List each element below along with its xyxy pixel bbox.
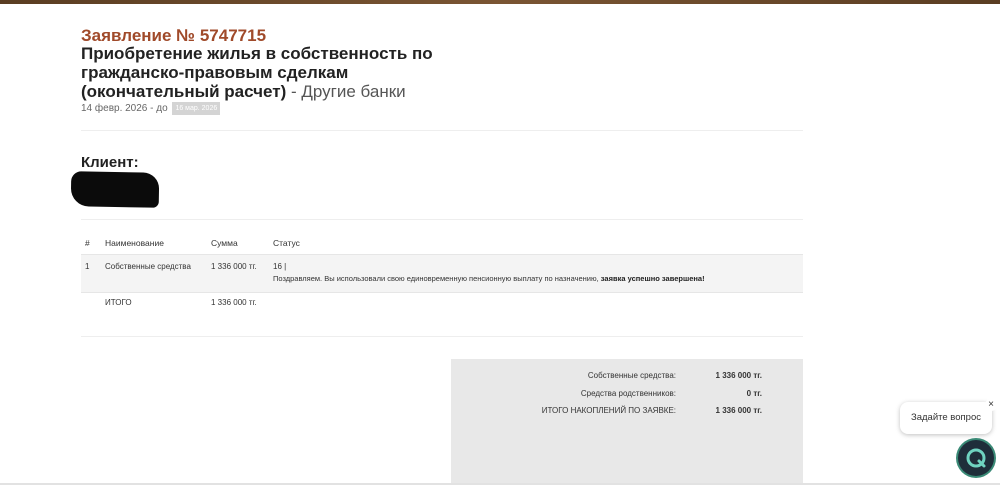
summary-label: ИТОГО НАКОПЛЕНИЙ ПО ЗАЯВКЕ: [541, 406, 676, 415]
row-num: 1 [81, 254, 101, 293]
close-icon[interactable]: × [985, 399, 997, 411]
status-text: Поздравляем. Вы использовали свою единов… [273, 274, 599, 283]
summary-row-total: ИТОГО НАКОПЛЕНИЙ ПО ЗАЯВКЕ: 1 336 000 тг… [451, 406, 803, 418]
date-to-badge: 16 мар. 2026 [172, 102, 221, 115]
application-title: Приобретение жилья в собственность по гр… [81, 44, 461, 101]
table-row: 1 Собственные средства 1 336 000 тг. 16 … [81, 254, 803, 293]
summary-value: 0 тг. [746, 389, 762, 398]
savings-summary: Собственные средства: 1 336 000 тг. Сред… [451, 359, 803, 485]
date-from: 14 февр. 2026 - до [81, 103, 168, 115]
bank-name: - Другие банки [290, 82, 406, 101]
row-sum: 1 336 000 тг. [207, 254, 269, 293]
row-name: Собственные средства [101, 254, 207, 293]
chat-q-icon [966, 448, 986, 468]
ask-question-bubble[interactable]: Задайте вопрос [900, 402, 992, 434]
header-sum: Сумма [211, 238, 238, 248]
table-header-row: # Наименование Сумма Статус [81, 232, 803, 255]
status-message: Поздравляем. Вы использовали свою единов… [273, 274, 799, 283]
table-total-row: ИТОГО 1 336 000 тг. [81, 293, 803, 315]
row-status: 16 | Поздравляем. Вы использовали свою е… [269, 254, 803, 293]
summary-row-own: Собственные средства: 1 336 000 тг. [451, 371, 803, 383]
summary-row-relatives: Средства родственников: 0 тг. [451, 389, 803, 401]
summary-label: Средства родственников: [580, 389, 676, 398]
header-name: Наименование [105, 238, 164, 248]
chat-button[interactable] [958, 440, 994, 476]
total-label: ИТОГО [105, 298, 132, 307]
divider [81, 219, 803, 220]
summary-label: Собственные средства: [587, 371, 676, 380]
status-code: 16 | [273, 262, 287, 271]
divider [81, 336, 803, 337]
summary-value: 1 336 000 тг. [715, 406, 762, 415]
summary-value: 1 336 000 тг. [715, 371, 762, 380]
header-num: # [85, 238, 90, 248]
total-sum: 1 336 000 тг. [211, 298, 257, 307]
divider [81, 130, 803, 131]
header-status: Статус [273, 238, 300, 248]
redacted-client-name [70, 171, 160, 208]
client-label: Клиент: [81, 154, 139, 171]
items-table: # Наименование Сумма Статус 1 Собственны… [81, 232, 803, 314]
status-bold: заявка успешно завершена! [600, 274, 705, 283]
top-bar [0, 0, 1000, 4]
application-dates: 14 февр. 2026 - до 16 мар. 2026 [81, 102, 221, 115]
application-number: Заявление № 5747715 [81, 26, 267, 45]
